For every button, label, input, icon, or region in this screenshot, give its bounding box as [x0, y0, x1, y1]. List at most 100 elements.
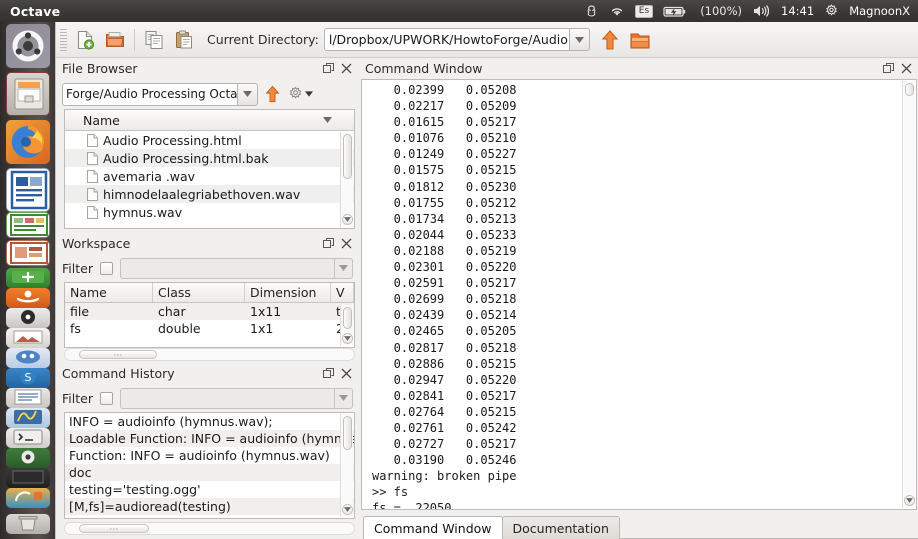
- table-row[interactable]: file char 1x11 t: [65, 303, 354, 320]
- command-window-output: 0.02399 0.05208 0.02217 0.05209 0.01615 …: [362, 80, 916, 510]
- command-window-undock-icon[interactable]: [883, 63, 894, 74]
- toolbar-drag-handle[interactable]: [60, 29, 67, 51]
- table-row[interactable]: fs double 1x1 2: [65, 320, 354, 337]
- desktop-screen: Octave Es: [0, 0, 918, 539]
- media-player-icon[interactable]: [6, 308, 50, 328]
- command-history-hscrollbar[interactable]: [64, 522, 355, 535]
- volume-icon[interactable]: [752, 4, 771, 18]
- file-browser-path-combo[interactable]: Forge/Audio Processing Octave: [62, 83, 258, 106]
- workspace-cell-dimension: 1x11: [245, 303, 331, 320]
- file-icon: [87, 206, 98, 219]
- command-history-filter-combo[interactable]: [120, 388, 353, 409]
- file-browser-sort-icon[interactable]: [323, 117, 332, 123]
- file-browser-undock-icon[interactable]: [323, 63, 334, 74]
- current-directory-dropdown-icon[interactable]: [569, 28, 590, 51]
- list-item[interactable]: Audio Processing.html.bak: [65, 149, 354, 167]
- workspace-filter-combo[interactable]: [120, 258, 353, 279]
- workspace-col-class[interactable]: Class: [153, 283, 245, 302]
- window-title: Octave: [10, 4, 60, 19]
- workspace-col-dimension[interactable]: Dimension: [245, 283, 331, 302]
- up-directory-icon[interactable]: [600, 29, 620, 51]
- ubuntu-software-icon[interactable]: [6, 268, 50, 288]
- list-item[interactable]: [M,fs]=audioread(testing): [65, 498, 354, 515]
- gimp-icon[interactable]: [6, 348, 50, 368]
- workspace-filter-checkbox[interactable]: [100, 262, 113, 275]
- list-item[interactable]: Function: INFO = audioinfo (hymnus.wav): [65, 447, 354, 464]
- command-window-close-icon[interactable]: [901, 63, 912, 74]
- workspace-filter-dropdown-icon[interactable]: [334, 258, 353, 279]
- tab-command-window[interactable]: Command Window: [363, 516, 503, 539]
- octave-icon[interactable]: [6, 408, 50, 428]
- tab-documentation[interactable]: Documentation: [502, 516, 620, 539]
- command-window-column: Command Window: [359, 58, 918, 539]
- command-history-filter-dropdown-icon[interactable]: [334, 388, 353, 409]
- battery-charging-icon[interactable]: [663, 5, 687, 18]
- browse-directory-icon[interactable]: [629, 29, 651, 51]
- file-browser-path-value[interactable]: Forge/Audio Processing Octave: [62, 83, 237, 106]
- ubuntu-dash-icon[interactable]: [6, 24, 50, 68]
- file-browser-scrollbar[interactable]: [340, 132, 353, 227]
- file-browser-path-dropdown-icon[interactable]: [237, 83, 258, 106]
- terminal-icon[interactable]: [6, 428, 50, 448]
- list-item[interactable]: avemaria .wav: [65, 167, 354, 185]
- command-history-filter-input[interactable]: [120, 388, 334, 409]
- skype-icon[interactable]: S: [6, 368, 50, 388]
- file-name: Audio Processing.html: [103, 133, 242, 148]
- session-gear-icon[interactable]: [824, 4, 839, 19]
- new-script-icon[interactable]: [70, 25, 100, 55]
- dropbox-icon[interactable]: [584, 4, 599, 19]
- panes-container: File Browser: [56, 58, 918, 539]
- command-window-tabs: Command Window Documentation: [359, 510, 918, 539]
- file-icon: [87, 188, 98, 201]
- current-directory-input[interactable]: l/Dropbox/UPWORK/HowtoForge/Audio Proces…: [324, 28, 569, 51]
- list-item[interactable]: testing='testing.ogg': [65, 481, 354, 498]
- list-item[interactable]: Audio Processing.html: [65, 131, 354, 149]
- paste-icon[interactable]: [169, 25, 199, 55]
- current-directory-label: Current Directory:: [207, 32, 319, 47]
- app-tile-icon[interactable]: [6, 488, 50, 508]
- list-item[interactable]: Loadable Function: INFO = audioinfo (hym…: [65, 430, 354, 447]
- command-history-close-icon[interactable]: [341, 368, 352, 379]
- command-history-list: INFO = audioinfo (hymnus.wav); Loadable …: [64, 412, 355, 519]
- firefox-icon[interactable]: [6, 120, 50, 164]
- trash-icon[interactable]: [6, 514, 50, 534]
- amazon-icon[interactable]: [6, 288, 50, 308]
- list-item[interactable]: doc: [65, 464, 354, 481]
- list-item[interactable]: himnodelaalegriabethoven.wav: [65, 185, 354, 203]
- command-window-output-area[interactable]: 0.02399 0.05208 0.02217 0.05209 0.01615 …: [361, 79, 917, 510]
- clock-label[interactable]: 14:41: [781, 4, 814, 18]
- files-icon[interactable]: [6, 72, 50, 116]
- file-name: hymnus.wav: [103, 205, 182, 220]
- libreoffice-writer-icon[interactable]: [6, 168, 50, 212]
- workspace-col-value[interactable]: V: [331, 283, 354, 302]
- command-history-header: Command History: [56, 363, 359, 384]
- copy-icon[interactable]: [139, 25, 169, 55]
- username-label[interactable]: MagnoonX: [849, 4, 910, 18]
- file-browser-close-icon[interactable]: [341, 63, 352, 74]
- command-history-scrollbar[interactable]: [340, 414, 353, 517]
- workspace-cell-dimension: 1x1: [245, 320, 331, 337]
- list-item[interactable]: hymnus.wav: [65, 203, 354, 221]
- command-history-filter-checkbox[interactable]: [100, 392, 113, 405]
- media-tile-icon[interactable]: [6, 468, 50, 488]
- command-history-undock-icon[interactable]: [323, 368, 334, 379]
- wifi-icon[interactable]: [609, 4, 625, 18]
- libreoffice-calc-icon[interactable]: [6, 212, 50, 238]
- file-browser-column-header[interactable]: Name: [65, 110, 354, 131]
- photo-viewer-icon[interactable]: [6, 328, 50, 348]
- command-window-scrollbar[interactable]: [902, 81, 915, 508]
- workspace-scrollbar[interactable]: [340, 305, 353, 346]
- open-file-icon[interactable]: [100, 25, 130, 55]
- file-browser-settings-icon[interactable]: [287, 86, 313, 103]
- settings-icon[interactable]: [6, 448, 50, 468]
- workspace-col-name[interactable]: Name: [65, 283, 153, 302]
- workspace-filter-input[interactable]: [120, 258, 334, 279]
- workspace-undock-icon[interactable]: [323, 238, 334, 249]
- text-editor-icon[interactable]: [6, 388, 50, 408]
- libreoffice-impress-icon[interactable]: [6, 240, 50, 266]
- file-browser-up-icon[interactable]: [264, 84, 281, 104]
- list-item[interactable]: INFO = audioinfo (hymnus.wav);: [65, 413, 354, 430]
- keyboard-layout-indicator[interactable]: Es: [635, 5, 653, 18]
- workspace-hscrollbar[interactable]: [64, 348, 355, 361]
- workspace-close-icon[interactable]: [341, 238, 352, 249]
